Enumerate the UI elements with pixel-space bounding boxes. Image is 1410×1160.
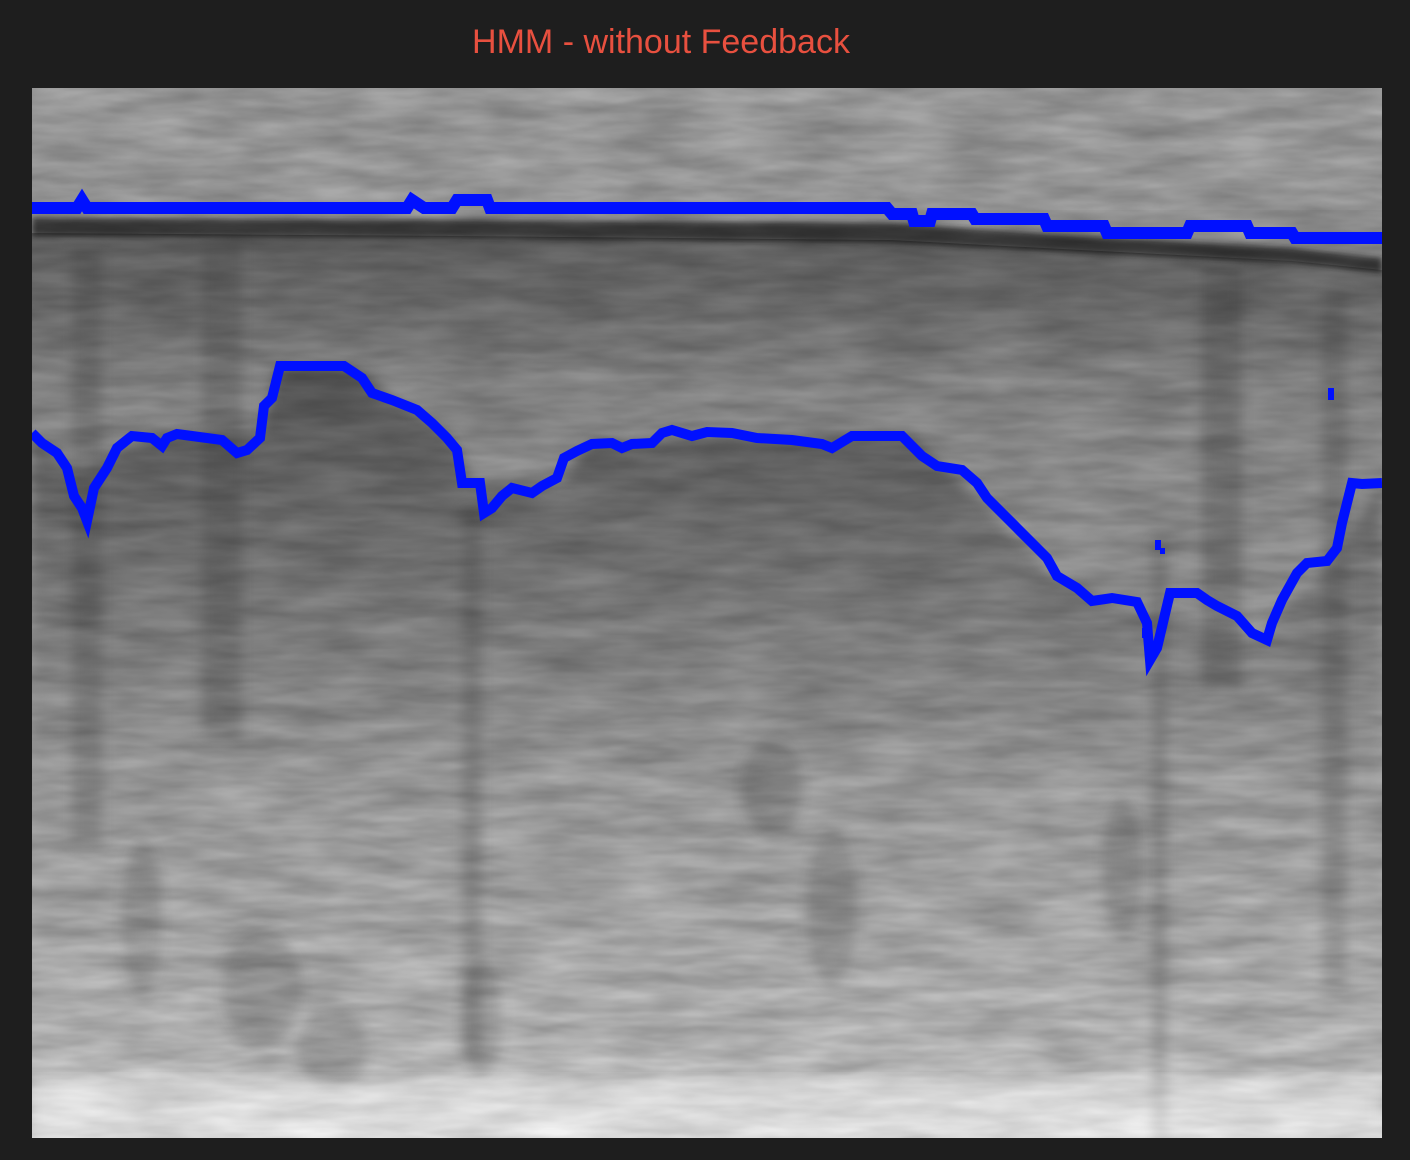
- figure-title: HMM - without Feedback: [472, 23, 850, 61]
- radargram-image-panel: [32, 88, 1382, 1138]
- radargram-svg: [32, 88, 1382, 1138]
- bottom-fade: [32, 1078, 1382, 1138]
- figure-window: HMM - without Feedback: [0, 0, 1410, 1160]
